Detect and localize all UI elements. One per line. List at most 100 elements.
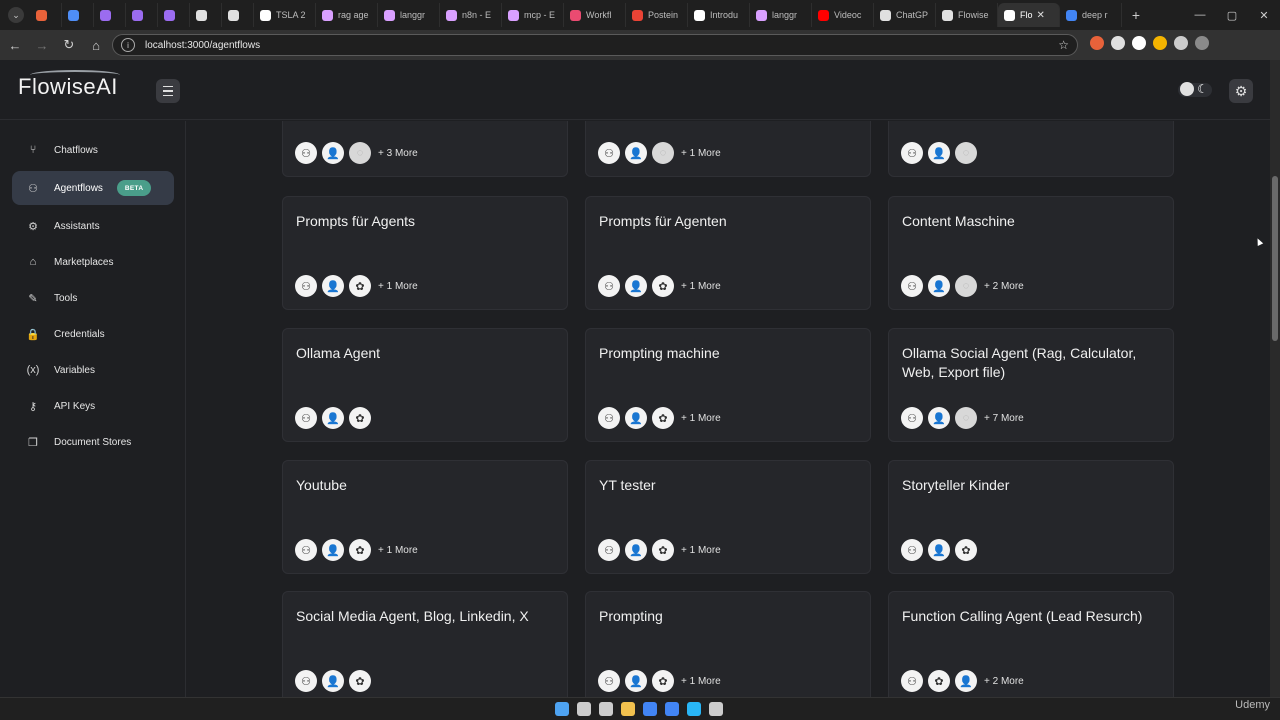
hamburger-menu-button[interactable] — [156, 79, 180, 103]
address-url[interactable]: localhost:3000/agentflows — [145, 40, 260, 51]
page-scrollbar[interactable] — [1270, 60, 1280, 697]
new-tab-button[interactable]: + — [1126, 5, 1146, 25]
node-icons: ⚇ 👤 ◌ — [901, 142, 984, 164]
user-node-icon: 👤 — [322, 539, 344, 561]
agentflow-card[interactable]: Prompting ⚇ 👤 ✿ + 1 More — [585, 591, 871, 697]
browser-tab[interactable]: ChatGP — [874, 3, 936, 27]
sidebar-item-variables[interactable]: (x) Variables — [12, 353, 174, 387]
browser-tab[interactable] — [158, 3, 190, 27]
extension-icon[interactable] — [1195, 36, 1209, 50]
tab-label: n8n - E — [462, 10, 492, 20]
browser-tab[interactable]: Introdu — [688, 3, 750, 27]
agentflow-card[interactable]: Ollama Agent ⚇ 👤 ✿ — [282, 328, 568, 442]
browser-tab[interactable]: rag age — [316, 3, 378, 27]
browser-tab[interactable]: Flo ✕ — [998, 3, 1060, 27]
maximize-button[interactable]: ▢ — [1216, 0, 1248, 30]
wrench-icon: ✎ — [28, 292, 38, 305]
browser-tab[interactable] — [94, 3, 126, 27]
sidebar-item-assistants[interactable]: ⚙ Assistants — [12, 209, 174, 243]
sidebar-item-tools[interactable]: ✎ Tools — [12, 281, 174, 315]
browser-tab[interactable]: langgr — [750, 3, 812, 27]
sidebar-item-marketplaces[interactable]: ⌂ Marketplaces — [12, 245, 174, 279]
agent-node-icon: ⚇ — [901, 407, 923, 429]
faded-node-icon: ◌ — [652, 142, 674, 164]
sidebar-item-credentials[interactable]: 🔒 Credentials — [12, 317, 174, 351]
tab-label: Flowise — [958, 10, 989, 20]
taskbar-app-icon[interactable] — [709, 702, 723, 716]
browser-tab[interactable] — [190, 3, 222, 27]
agentflow-title: Social Media Agent, Blog, Linkedin, X — [296, 608, 529, 624]
extension-icon[interactable] — [1132, 36, 1146, 50]
agentflow-card[interactable]: Prompts für Agents ⚇ 👤 ✿ + 1 More — [282, 196, 568, 310]
agentflow-card[interactable]: Function Calling Agent (Lead Resurch) ⚇ ✿ 👤… — [888, 591, 1174, 697]
browser-tab[interactable]: n8n - E — [440, 3, 502, 27]
sidebar-item-api-keys[interactable]: ⚷ API Keys — [12, 389, 174, 423]
taskbar-app-icon[interactable] — [599, 702, 613, 716]
sidebar-item-label: Assistants — [54, 220, 100, 232]
close-window-button[interactable]: ✕ — [1248, 0, 1280, 30]
agentflow-card[interactable]: ⚇ 👤 ◌ + 3 More — [282, 121, 568, 177]
tab-search-icon[interactable]: ⌄ — [8, 7, 24, 23]
taskbar-app-icon[interactable] — [621, 702, 635, 716]
browser-tab[interactable]: deep r — [1060, 3, 1122, 27]
taskbar-apps — [555, 702, 723, 716]
browser-tab[interactable] — [62, 3, 94, 27]
browser-tab[interactable]: mcp - E — [502, 3, 564, 27]
home-button[interactable]: ⌂ — [84, 33, 108, 57]
dark-mode-toggle[interactable]: ☾ — [1178, 82, 1212, 97]
agentflow-card[interactable]: Social Media Agent, Blog, Linkedin, X ⚇ 👤 ✿ — [282, 591, 568, 697]
tab-label: ChatGP — [896, 10, 929, 20]
tab-label: langgr — [400, 10, 426, 20]
taskbar-app-icon[interactable] — [577, 702, 591, 716]
address-bar[interactable]: i localhost:3000/agentflows ☆ — [112, 34, 1078, 56]
taskbar-app-icon[interactable] — [555, 702, 569, 716]
browser-tab[interactable]: Videoc — [812, 3, 874, 27]
tab-close-icon[interactable]: ✕ — [1037, 10, 1045, 21]
openai-node-icon: ✿ — [652, 407, 674, 429]
agentflow-card[interactable]: Content Maschine ⚇ 👤 ◌ + 2 More — [888, 196, 1174, 310]
reload-button[interactable]: ↻ — [57, 33, 81, 57]
flowise-logo[interactable]: FlowiseAI — [18, 74, 118, 100]
taskbar-app-icon[interactable] — [687, 702, 701, 716]
browser-tab[interactable]: Postein — [626, 3, 688, 27]
agentflow-card[interactable]: ⚇ 👤 ◌ + 1 More — [585, 121, 871, 177]
minimize-button[interactable]: — — [1184, 0, 1216, 30]
extension-icon[interactable] — [1153, 36, 1167, 50]
forward-button[interactable]: → — [30, 33, 54, 57]
taskbar-app-icon[interactable] — [643, 702, 657, 716]
browser-tab[interactable] — [30, 3, 62, 27]
settings-button[interactable]: ⚙ — [1229, 79, 1253, 103]
browser-tab[interactable] — [222, 3, 254, 27]
back-button[interactable]: ← — [3, 33, 27, 57]
agentflow-card[interactable]: Ollama Social Agent (Rag, Calculator, We… — [888, 328, 1174, 442]
agentflow-card[interactable]: Youtube ⚇ 👤 ✿ + 1 More — [282, 460, 568, 574]
agentflow-card[interactable]: Prompting machine ⚇ 👤 ✿ + 1 More — [585, 328, 871, 442]
agentflow-card[interactable]: Storyteller Kinder ⚇ 👤 ✿ — [888, 460, 1174, 574]
agentflow-card[interactable]: YT tester ⚇ 👤 ✿ + 1 More — [585, 460, 871, 574]
browser-tab[interactable] — [126, 3, 158, 27]
robot-icon: ⚙ — [28, 220, 38, 233]
tab-favicon-icon — [132, 9, 143, 21]
node-icons: ⚇ 👤 ✿ + 1 More — [598, 539, 721, 561]
sidebar-item-agentflows[interactable]: ⚇ Agentflows BETA — [12, 171, 174, 205]
tab-favicon-icon — [694, 9, 705, 21]
bookmark-star-icon[interactable]: ☆ — [1058, 38, 1069, 52]
agentflow-card[interactable]: ⚇ 👤 ◌ — [888, 121, 1174, 177]
files-icon: ❐ — [28, 436, 38, 449]
browser-tab[interactable]: langgr — [378, 3, 440, 27]
taskbar-app-icon[interactable] — [665, 702, 679, 716]
extension-icon[interactable] — [1174, 36, 1188, 50]
site-info-icon[interactable]: i — [121, 38, 135, 52]
agentflow-card[interactable]: Prompts für Agenten ⚇ 👤 ✿ + 1 More — [585, 196, 871, 310]
scrollbar-thumb[interactable] — [1272, 176, 1278, 341]
openai-node-icon: ✿ — [652, 539, 674, 561]
extension-icon[interactable] — [1111, 36, 1125, 50]
user-node-icon: 👤 — [322, 670, 344, 692]
browser-tab[interactable]: Workfl — [564, 3, 626, 27]
sidebar-item-document-stores[interactable]: ❐ Document Stores — [12, 425, 174, 459]
sidebar-item-chatflows[interactable]: ⑂ Chatflows — [12, 133, 174, 167]
browser-tab[interactable]: TSLA 2 — [254, 3, 316, 27]
extension-icon[interactable] — [1090, 36, 1104, 50]
browser-tab[interactable]: Flowise — [936, 3, 998, 27]
node-icons: ⚇ ✿ 👤 + 2 More — [901, 670, 1024, 692]
